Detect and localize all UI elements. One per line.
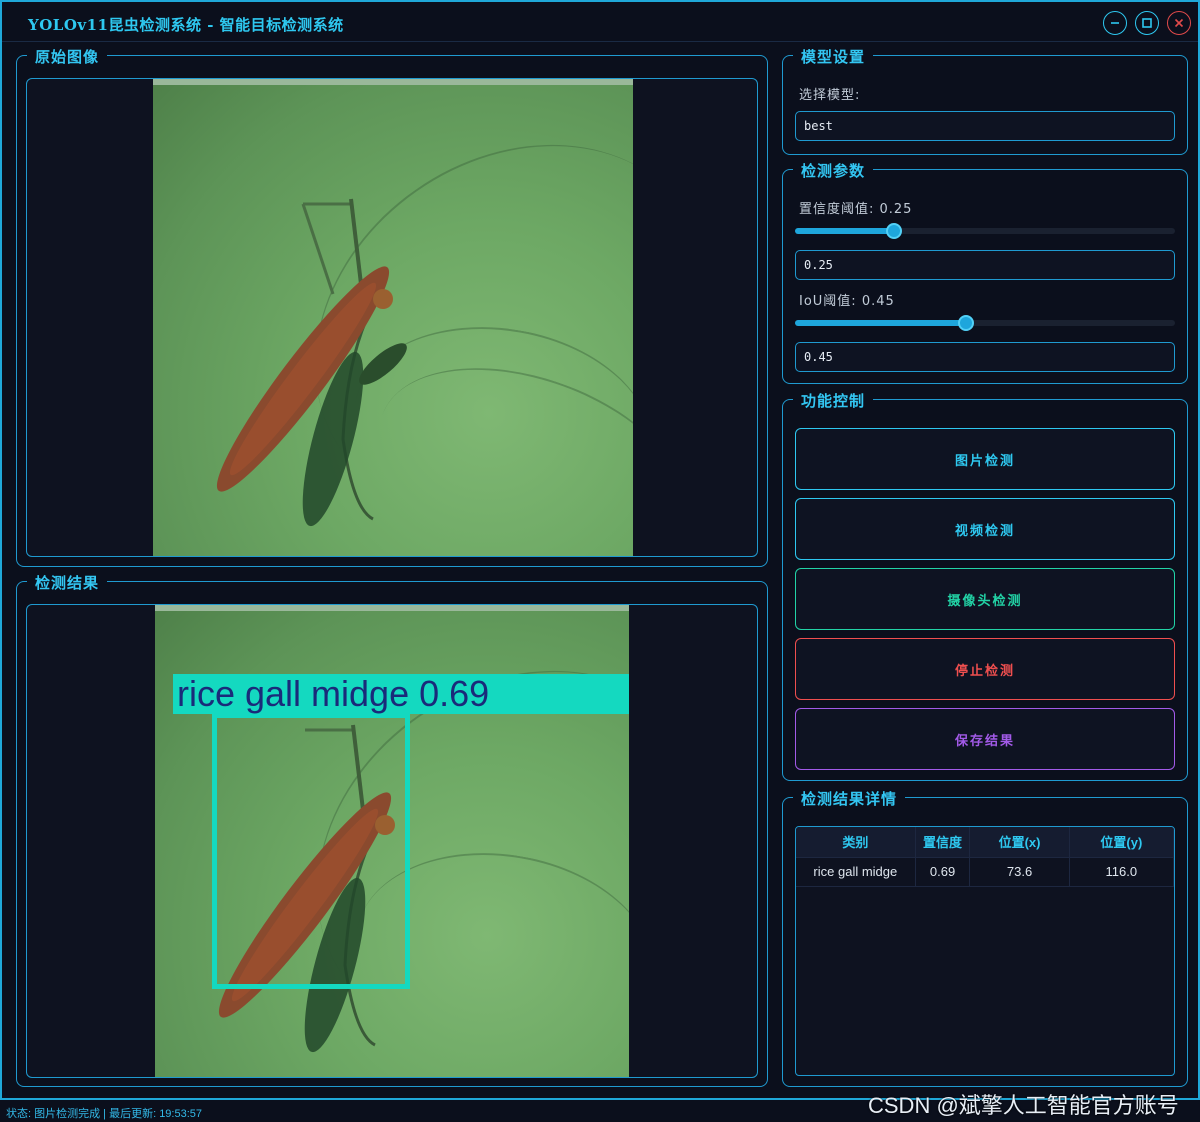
- confidence-input[interactable]: 0.25: [795, 250, 1175, 280]
- camera-detect-button[interactable]: 摄像头检测: [795, 568, 1175, 630]
- minimize-button[interactable]: [1103, 11, 1127, 35]
- main-window: YOLOv11昆虫检测系统 - 智能目标检测系统 原始图像 检测结果 rice …: [0, 0, 1200, 1100]
- column-header-y[interactable]: 位置(y): [1069, 827, 1174, 858]
- original-image-frame: [26, 78, 758, 557]
- watermark: CSDN @斌擎人工智能官方账号: [868, 1093, 1179, 1118]
- window-title: YOLOv11昆虫检测系统 - 智能目标检测系统: [28, 16, 344, 34]
- close-icon: [1174, 18, 1184, 28]
- column-header-confidence[interactable]: 置信度: [915, 827, 971, 858]
- original-image-title: 原始图像: [27, 46, 108, 67]
- confidence-slider[interactable]: [795, 223, 1175, 239]
- detection-params-group: 检测参数 置信度阈值: 0.25 0.25 IoU阈值: 0.45 0.45: [782, 160, 1188, 384]
- image-detect-button[interactable]: 图片检测: [795, 428, 1175, 490]
- cell-y: 116.0: [1069, 857, 1174, 887]
- confidence-threshold-label: 置信度阈值: 0.25: [799, 202, 913, 217]
- column-header-class[interactable]: 类别: [796, 827, 916, 858]
- stop-detect-button[interactable]: 停止检测: [795, 638, 1175, 700]
- model-settings-title: 模型设置: [793, 46, 874, 67]
- detection-label: rice gall midge 0.69: [173, 674, 629, 714]
- function-control-title: 功能控制: [793, 390, 874, 411]
- cell-confidence: 0.69: [915, 857, 971, 887]
- result-image-frame: rice gall midge 0.69: [26, 604, 758, 1078]
- original-insect-image: [153, 79, 633, 556]
- detection-result-title: 检测结果: [27, 572, 108, 593]
- maximize-icon: [1142, 18, 1152, 28]
- detection-bounding-box: [212, 713, 410, 989]
- detection-params-title: 检测参数: [793, 160, 874, 181]
- iou-slider[interactable]: [795, 315, 1175, 331]
- status-text: 状态: 图片检测完成 | 最后更新: 19:53:57: [6, 1108, 203, 1120]
- original-image-group: 原始图像: [16, 46, 768, 567]
- detection-details-title: 检测结果详情: [793, 788, 906, 809]
- title-bar: YOLOv11昆虫检测系统 - 智能目标检测系统: [2, 2, 1198, 42]
- detection-result-group: 检测结果 rice gall midge 0.69: [16, 572, 768, 1087]
- iou-threshold-label: IoU阈值: 0.45: [799, 294, 895, 309]
- iou-input[interactable]: 0.45: [795, 342, 1175, 372]
- video-detect-button[interactable]: 视频检测: [795, 498, 1175, 560]
- close-button[interactable]: [1167, 11, 1191, 35]
- table-row[interactable]: rice gall midge 0.69 73.6 116.0: [796, 857, 1174, 887]
- save-result-button[interactable]: 保存结果: [795, 708, 1175, 770]
- function-control-group: 功能控制 图片检测 视频检测 摄像头检测 停止检测 保存结果: [782, 390, 1188, 781]
- cell-x: 73.6: [969, 857, 1070, 887]
- maximize-button[interactable]: [1135, 11, 1159, 35]
- table-header-row: 类别 置信度 位置(x) 位置(y): [796, 827, 1174, 858]
- model-settings-group: 模型设置 选择模型: best: [782, 46, 1188, 155]
- detection-details-group: 检测结果详情 类别 置信度 位置(x) 位置(y) rice gall midg…: [782, 788, 1188, 1087]
- select-model-label: 选择模型:: [799, 88, 861, 103]
- minimize-icon: [1111, 22, 1119, 24]
- iou-slider-handle[interactable]: [958, 315, 974, 331]
- cell-class: rice gall midge: [796, 857, 916, 887]
- detection-results-table[interactable]: 类别 置信度 位置(x) 位置(y) rice gall midge 0.69 …: [795, 826, 1175, 1076]
- result-insect-image: rice gall midge 0.69: [155, 605, 629, 1077]
- model-select[interactable]: best: [795, 111, 1175, 141]
- column-header-x[interactable]: 位置(x): [969, 827, 1070, 858]
- confidence-slider-handle[interactable]: [885, 223, 902, 239]
